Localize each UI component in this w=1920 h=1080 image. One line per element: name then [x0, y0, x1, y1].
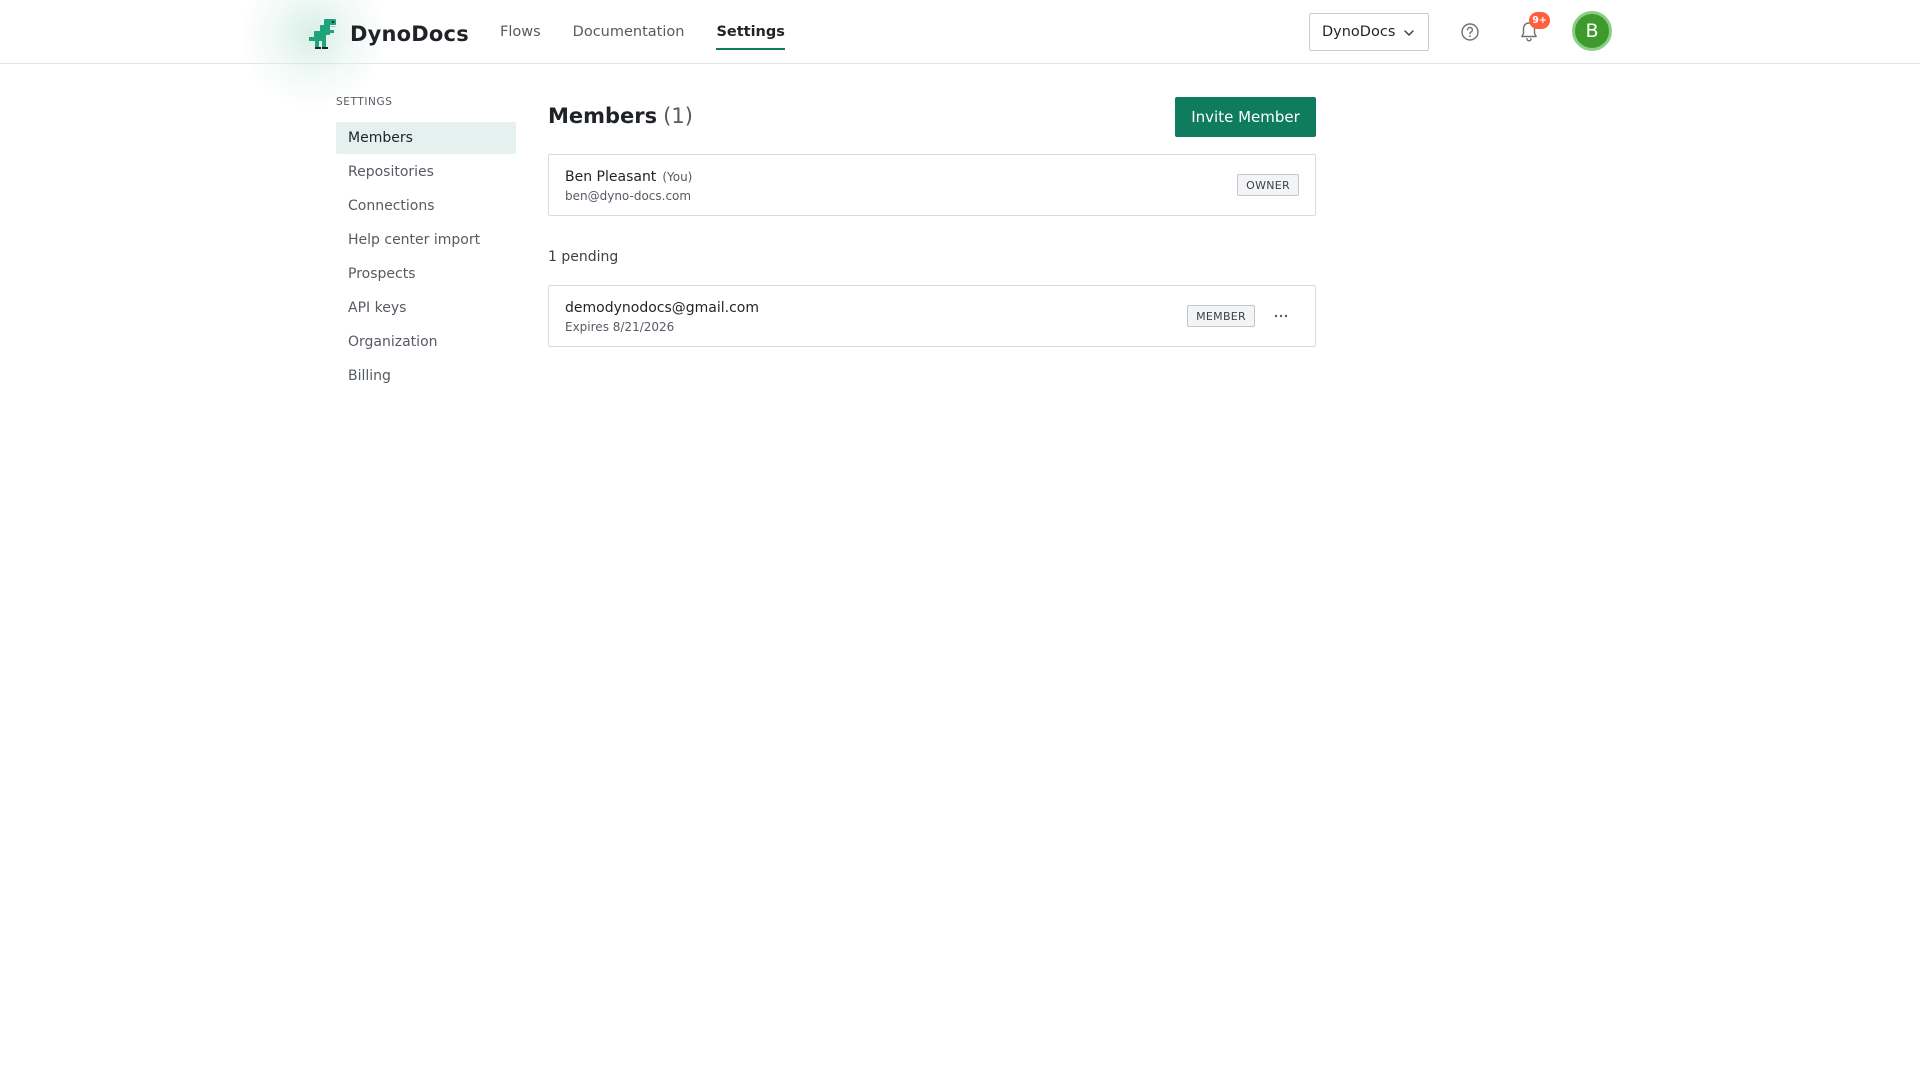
sidebar-item-repositories[interactable]: Repositories [336, 156, 516, 188]
sidebar-item-organization[interactable]: Organization [336, 326, 516, 358]
member-email: ben@dyno-docs.com [565, 189, 692, 203]
chevron-down-icon [1404, 30, 1414, 36]
page-title-text: Members [548, 104, 658, 128]
pending-invite-card: demodynodocs@gmail.com Expires 8/21/2026… [548, 285, 1316, 347]
sidebar-item-api-keys[interactable]: API keys [336, 292, 516, 324]
notification-badge: 9+ [1529, 12, 1550, 29]
sidebar-item-help-center-import[interactable]: Help center import [336, 224, 516, 256]
settings-sidebar: SETTINGS Members Repositories Connection… [336, 96, 516, 394]
sidebar-item-billing[interactable]: Billing [336, 360, 516, 392]
role-badge-owner: OWNER [1237, 174, 1299, 196]
sidebar-item-members[interactable]: Members [336, 122, 516, 154]
top-header: DynoDocs Flows Documentation Settings Dy… [0, 0, 1920, 110]
nav-item-settings[interactable]: Settings [716, 0, 786, 64]
member-you-tag: (You) [662, 170, 693, 184]
nav-item-flows[interactable]: Flows [500, 0, 541, 64]
invite-member-button[interactable]: Invite Member [1175, 97, 1316, 137]
member-name: Ben Pleasant [565, 169, 657, 185]
brand[interactable]: DynoDocs [306, 16, 469, 52]
page-title: Members (1) [548, 104, 693, 128]
member-count: (1) [663, 104, 693, 128]
title-row: Members (1) Invite Member [548, 96, 1316, 138]
brand-name: DynoDocs [350, 22, 469, 46]
role-badge-member: MEMBER [1187, 305, 1255, 327]
member-card: Ben Pleasant (You) ben@dyno-docs.com OWNE… [548, 154, 1316, 216]
pending-expiry: Expires 8/21/2026 [565, 320, 675, 334]
pending-label: 1 pending [548, 249, 619, 265]
help-icon[interactable] [1460, 22, 1480, 42]
sidebar-item-prospects[interactable]: Prospects [336, 258, 516, 290]
nav-item-documentation[interactable]: Documentation [573, 0, 685, 64]
pending-email: demodynodocs@gmail.com [565, 300, 759, 316]
org-select-value: DynoDocs [1322, 24, 1396, 40]
user-avatar[interactable]: B [1572, 11, 1612, 51]
dinosaur-logo-icon [309, 19, 336, 49]
more-options-icon[interactable] [1273, 308, 1289, 324]
members-panel: Members (1) Invite Member Ben Pleasant (Yo… [548, 96, 1316, 347]
sidebar-heading: SETTINGS [336, 96, 393, 108]
member-name-line: Ben Pleasant (You) [565, 169, 692, 185]
sidebar-item-connections[interactable]: Connections [336, 190, 516, 222]
org-select[interactable]: DynoDocs [1309, 13, 1429, 51]
main-nav: Flows Documentation Settings [500, 0, 817, 64]
